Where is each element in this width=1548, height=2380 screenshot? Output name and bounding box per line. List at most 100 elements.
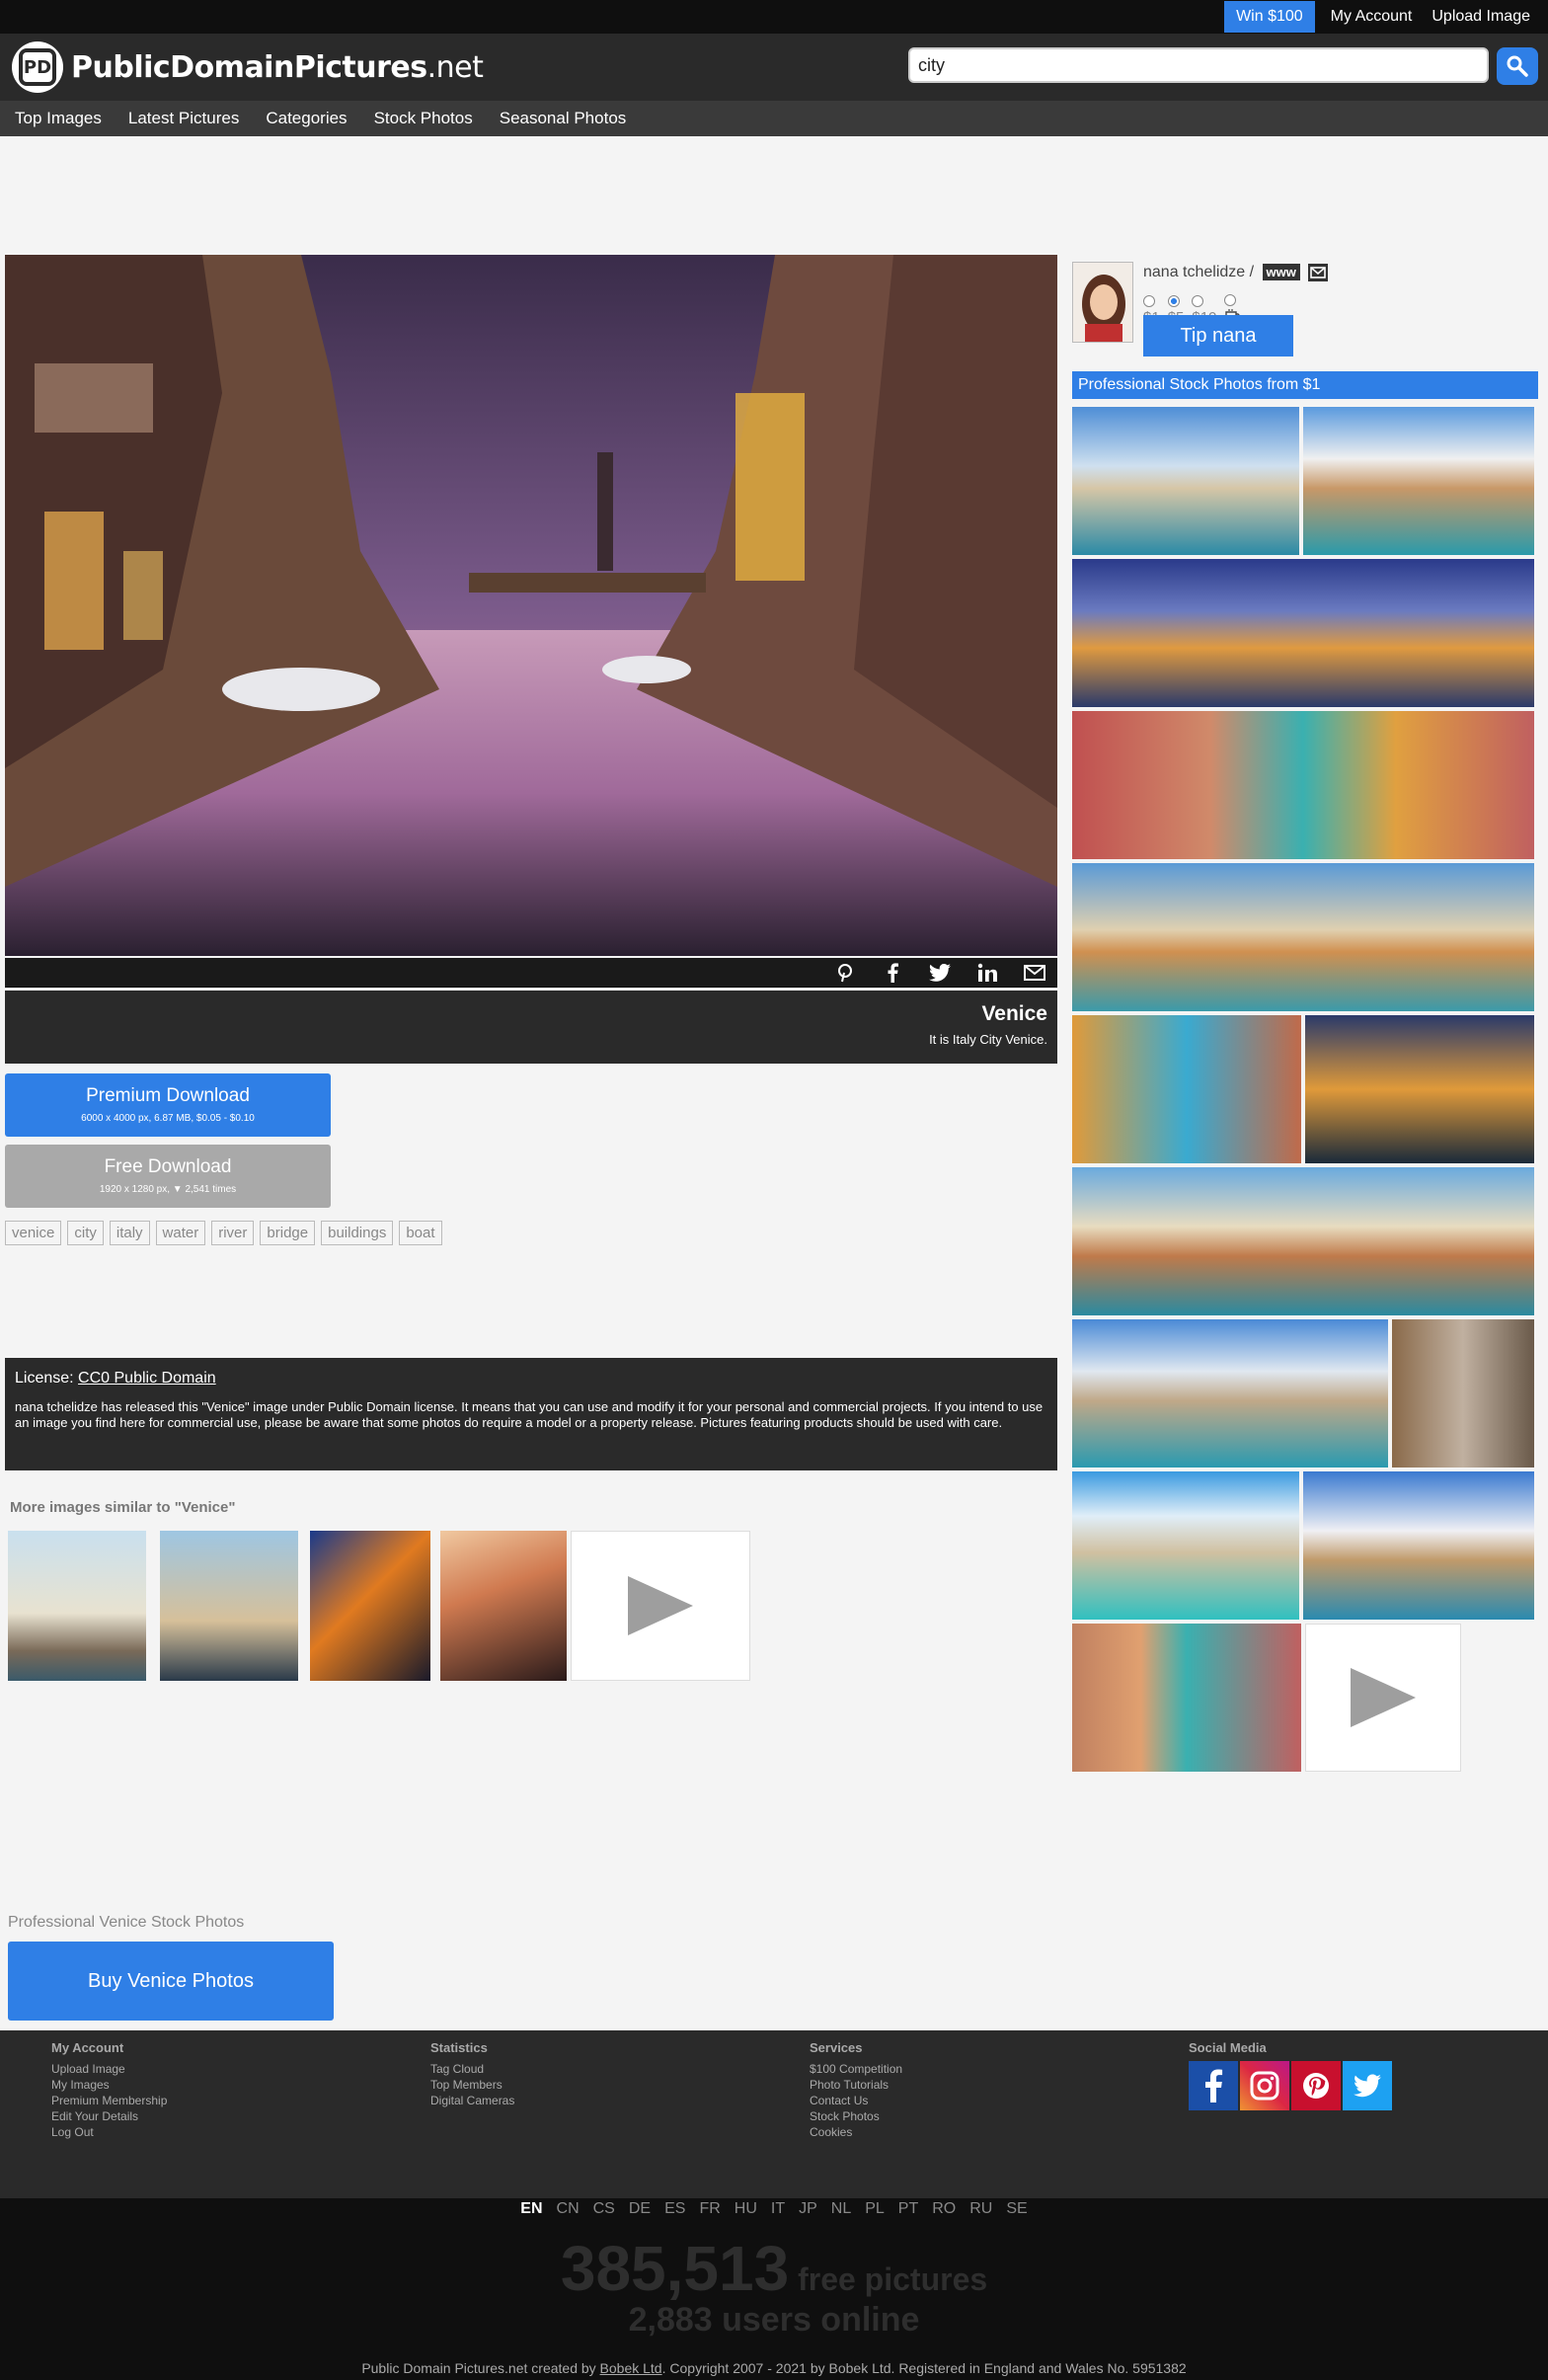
- nav-latest-pictures[interactable]: Latest Pictures: [114, 109, 251, 128]
- similar-thumb[interactable]: [440, 1531, 567, 1681]
- mail-icon[interactable]: [1024, 962, 1045, 984]
- search-button[interactable]: [1497, 47, 1538, 85]
- win-100-link[interactable]: Win $100: [1224, 1, 1315, 33]
- linkedin-icon[interactable]: [976, 962, 998, 984]
- stock-thumb[interactable]: [1392, 1319, 1534, 1468]
- tag-buildings[interactable]: buildings: [321, 1221, 394, 1245]
- footer-link[interactable]: Stock Photos: [810, 2108, 902, 2124]
- lang-ro[interactable]: RO: [932, 2200, 956, 2218]
- lang-cn[interactable]: CN: [557, 2200, 580, 2218]
- stock-thumb[interactable]: [1072, 1624, 1301, 1772]
- author-mail-icon[interactable]: [1308, 264, 1329, 281]
- more-stock-button[interactable]: [1305, 1624, 1461, 1772]
- license-heading: License: CC0 Public Domain: [15, 1370, 216, 1387]
- facebook-icon[interactable]: [882, 962, 903, 984]
- footer-link[interactable]: Digital Cameras: [430, 2093, 514, 2108]
- image-description: It is Italy City Venice.: [929, 1032, 1047, 1047]
- similar-heading: More images similar to "Venice": [10, 1499, 236, 1516]
- lang-pt[interactable]: PT: [898, 2200, 918, 2218]
- copyright: Public Domain Pictures.net created by Bo…: [361, 2360, 1187, 2376]
- footer-link[interactable]: $100 Competition: [810, 2061, 902, 2077]
- nav-categories[interactable]: Categories: [251, 109, 358, 128]
- stock-thumb[interactable]: [1072, 1471, 1299, 1620]
- stock-thumb[interactable]: [1305, 1015, 1534, 1163]
- similar-thumb[interactable]: [8, 1531, 146, 1681]
- picture-count: 385,513 free pictures: [560, 2233, 988, 2304]
- stock-thumb[interactable]: [1303, 407, 1534, 555]
- lang-ru[interactable]: RU: [969, 2200, 992, 2218]
- author-website-link[interactable]: www: [1262, 264, 1300, 281]
- stock-thumb[interactable]: [1072, 407, 1299, 555]
- lang-cs[interactable]: CS: [593, 2200, 615, 2218]
- license-link[interactable]: CC0 Public Domain: [78, 1370, 216, 1387]
- lang-hu[interactable]: HU: [735, 2200, 757, 2218]
- play-icon: [628, 1576, 693, 1635]
- stock-thumb[interactable]: [1303, 1471, 1534, 1620]
- free-download-button[interactable]: Free Download 1920 x 1280 px, ▼ 2,541 ti…: [5, 1145, 331, 1208]
- tag-venice[interactable]: venice: [5, 1221, 62, 1245]
- my-account-link[interactable]: My Account: [1321, 8, 1423, 26]
- footer-link[interactable]: Contact Us: [810, 2093, 902, 2108]
- facebook-icon[interactable]: [1189, 2061, 1238, 2110]
- lang-pl[interactable]: PL: [865, 2200, 885, 2218]
- footer-link[interactable]: Log Out: [51, 2124, 167, 2140]
- similar-thumb[interactable]: [160, 1531, 298, 1681]
- footer-link[interactable]: Tag Cloud: [430, 2061, 514, 2077]
- main-photo[interactable]: [5, 255, 1057, 956]
- footer-link[interactable]: Upload Image: [51, 2061, 167, 2077]
- footer-link[interactable]: Premium Membership: [51, 2093, 167, 2108]
- tag-bridge[interactable]: bridge: [260, 1221, 316, 1245]
- footer-link[interactable]: Photo Tutorials: [810, 2077, 902, 2093]
- upload-image-link[interactable]: Upload Image: [1422, 8, 1540, 26]
- stock-thumb[interactable]: [1072, 711, 1534, 859]
- pinterest-icon[interactable]: [1291, 2061, 1341, 2110]
- stock-thumb[interactable]: [1072, 1015, 1301, 1163]
- lang-en[interactable]: EN: [520, 2200, 542, 2218]
- author-name[interactable]: nana tchelidze: [1143, 264, 1245, 280]
- twitter-icon[interactable]: [1343, 2061, 1392, 2110]
- nav-stock-photos[interactable]: Stock Photos: [359, 109, 485, 128]
- tag-boat[interactable]: boat: [399, 1221, 442, 1245]
- more-similar-button[interactable]: [571, 1531, 750, 1681]
- tip-button[interactable]: Tip nana: [1143, 315, 1293, 357]
- site-logo[interactable]: PD PublicDomainPictures.net: [12, 41, 484, 93]
- tag-italy[interactable]: italy: [109, 1221, 150, 1245]
- image-title-box: Venice It is Italy City Venice.: [5, 991, 1057, 1064]
- stock-thumb[interactable]: [1072, 863, 1534, 1011]
- footer-link[interactable]: My Images: [51, 2077, 167, 2093]
- instagram-icon[interactable]: [1240, 2061, 1289, 2110]
- pinterest-icon[interactable]: [834, 962, 856, 984]
- buy-venice-photos-button[interactable]: Buy Venice Photos: [8, 1942, 334, 2021]
- logo-icon: PD: [12, 41, 63, 93]
- stock-thumb[interactable]: [1072, 559, 1534, 707]
- bottom-bar: EN CN CS DE ES FR HU IT JP NL PL PT RO R…: [0, 2198, 1548, 2380]
- stock-thumb[interactable]: [1072, 1167, 1534, 1315]
- similar-thumb[interactable]: [310, 1531, 430, 1681]
- avatar[interactable]: [1072, 262, 1133, 343]
- bobek-link[interactable]: Bobek Ltd: [600, 2360, 662, 2376]
- logo-text: PublicDomainPictures.net: [71, 49, 484, 85]
- footer-col-statistics: Statistics Tag Cloud Top Members Digital…: [430, 2040, 515, 2108]
- twitter-icon[interactable]: [929, 962, 951, 984]
- lang-it[interactable]: IT: [771, 2200, 785, 2218]
- footer-link[interactable]: Top Members: [430, 2077, 514, 2093]
- premium-download-button[interactable]: Premium Download 6000 x 4000 px, 6.87 MB…: [5, 1073, 331, 1137]
- stock-thumb[interactable]: [1072, 1319, 1388, 1468]
- search-input[interactable]: [908, 47, 1489, 83]
- lang-es[interactable]: ES: [664, 2200, 685, 2218]
- footer-link[interactable]: Edit Your Details: [51, 2108, 167, 2124]
- footer-link[interactable]: Cookies: [810, 2124, 902, 2140]
- tag-river[interactable]: river: [211, 1221, 255, 1245]
- lang-se[interactable]: SE: [1006, 2200, 1027, 2218]
- tag-water[interactable]: water: [155, 1221, 206, 1245]
- lang-fr[interactable]: FR: [699, 2200, 720, 2218]
- image-title: Venice: [981, 1002, 1047, 1025]
- lang-de[interactable]: DE: [629, 2200, 651, 2218]
- lang-jp[interactable]: JP: [799, 2200, 817, 2218]
- tag-city[interactable]: city: [67, 1221, 104, 1245]
- author-name-row: nana tchelidze / www: [1143, 264, 1329, 281]
- nav-top-images[interactable]: Top Images: [0, 109, 114, 128]
- language-selector: EN CN CS DE ES FR HU IT JP NL PL PT RO R…: [0, 2200, 1548, 2218]
- nav-seasonal-photos[interactable]: Seasonal Photos: [485, 109, 639, 128]
- lang-nl[interactable]: NL: [831, 2200, 851, 2218]
